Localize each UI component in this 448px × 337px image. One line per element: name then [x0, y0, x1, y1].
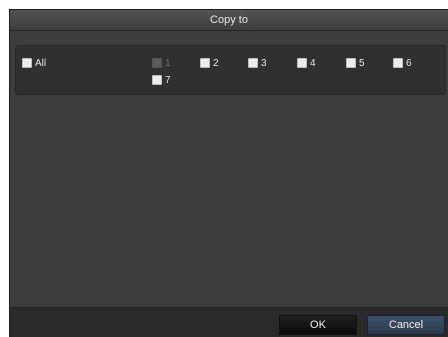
checkbox-all-box[interactable] [22, 58, 32, 68]
channel-checkbox-1-label: 1 [165, 57, 171, 69]
channel-selection-panel: All 1 2 3 4 5 6 7 [15, 45, 446, 95]
dialog-content: All 1 2 3 4 5 6 7 [10, 31, 448, 307]
channel-checkbox-4-box[interactable] [297, 58, 307, 68]
copy-to-dialog: Copy to All 1 2 3 4 5 6 7 OK Cancel [9, 9, 448, 337]
channel-checkbox-7-label: 7 [165, 74, 171, 86]
channel-checkbox-6-label: 6 [406, 57, 412, 69]
channel-checkbox-1-box [152, 58, 162, 68]
channel-checkbox-3[interactable]: 3 [248, 57, 267, 69]
channel-checkbox-7[interactable]: 7 [152, 74, 171, 86]
cancel-button[interactable]: Cancel [367, 315, 445, 335]
ok-button[interactable]: OK [279, 315, 357, 335]
channel-checkbox-4-label: 4 [310, 57, 316, 69]
channel-checkbox-6-box[interactable] [393, 58, 403, 68]
channel-checkbox-2-box[interactable] [200, 58, 210, 68]
channel-checkbox-3-box[interactable] [248, 58, 258, 68]
channel-checkbox-3-label: 3 [261, 57, 267, 69]
dialog-footer: OK Cancel [10, 307, 448, 337]
channel-checkbox-4[interactable]: 4 [297, 57, 316, 69]
channel-checkbox-5-label: 5 [359, 57, 365, 69]
channel-checkbox-7-box[interactable] [152, 75, 162, 85]
checkbox-all-label: All [35, 57, 47, 69]
channel-checkbox-5-box[interactable] [346, 58, 356, 68]
channel-checkbox-2[interactable]: 2 [200, 57, 219, 69]
checkbox-all[interactable]: All [22, 57, 46, 69]
dialog-title: Copy to [10, 10, 448, 31]
channel-checkbox-2-label: 2 [213, 57, 219, 69]
channel-checkbox-1: 1 [152, 57, 171, 69]
channel-checkbox-6[interactable]: 6 [393, 57, 412, 69]
channel-checkbox-5[interactable]: 5 [346, 57, 365, 69]
